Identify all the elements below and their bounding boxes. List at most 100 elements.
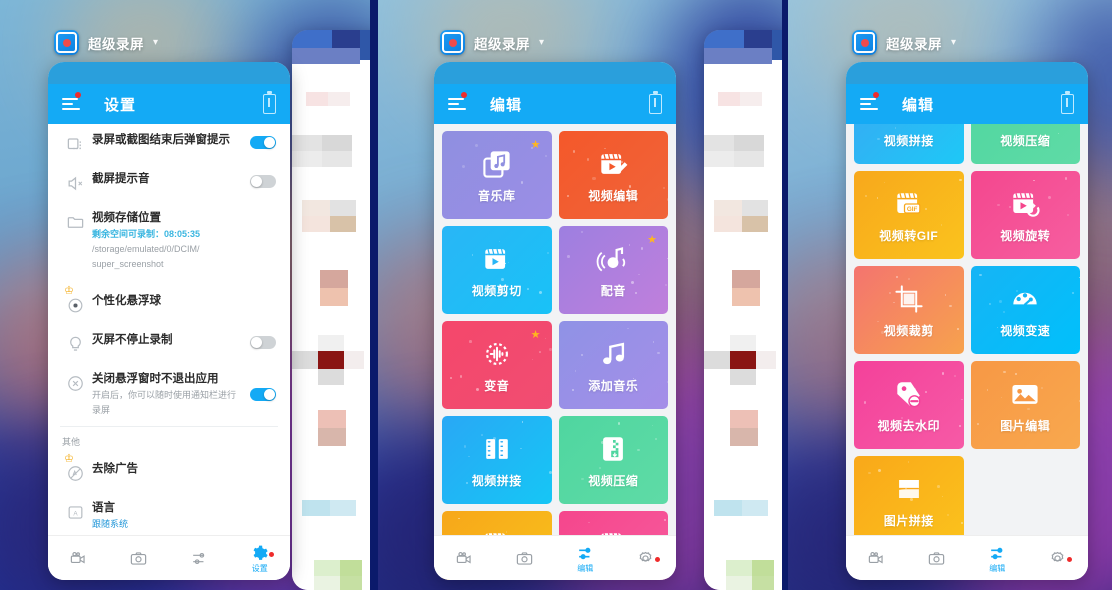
sparkle-decoration [539, 291, 543, 295]
sparkle-decoration [1072, 292, 1074, 294]
setting-row-popup-tip[interactable]: 录屏或截图结束后弹窗提示 [48, 124, 290, 163]
sparkle-decoration [1040, 143, 1043, 146]
setting-desc-line2: 录屏 [92, 405, 111, 415]
sparkle-decoration [628, 244, 631, 246]
mosaic-content-2 [704, 30, 782, 590]
sparkle-decoration [469, 340, 472, 343]
tool-tile-label: 视频压缩 [588, 474, 639, 488]
nav-item-screenshot[interactable] [495, 549, 556, 568]
setting-label: 去除广告 [92, 463, 138, 475]
sparkle-decoration [468, 455, 470, 458]
setting-row-language[interactable]: A 语言 跟随系统 [48, 492, 290, 540]
sparkle-decoration [663, 518, 667, 522]
tool-tile-music-library[interactable]: 音乐库 ★ [442, 131, 552, 219]
sparkle-decoration [491, 157, 493, 159]
toggle-keep-alive[interactable] [250, 388, 276, 401]
sparkle-decoration [1078, 399, 1080, 403]
nav-item-settings[interactable]: 设置 [230, 544, 291, 573]
chevron-down-icon[interactable]: ▾ [951, 37, 956, 48]
nav-item-edit[interactable]: 编辑 [555, 544, 616, 573]
tool-tile-video-cut[interactable]: 视频剪切 [442, 226, 552, 314]
tool-tile-dubbing[interactable]: 配音 ★ [558, 226, 668, 314]
setting-row-screen-off-record[interactable]: 灭屏不停止录制 [48, 324, 290, 363]
app-header-2: 超级录屏 ▾ [440, 30, 544, 55]
menu-badge-dot [461, 92, 467, 98]
tool-tile-label: 视频剪切 [471, 284, 522, 298]
sparkle-decoration [592, 176, 596, 180]
nav-item-edit[interactable]: 编辑 [967, 544, 1028, 573]
sparkle-decoration [481, 434, 483, 436]
sparkle-decoration [925, 207, 928, 211]
sparkle-decoration [863, 401, 867, 405]
hamburger-menu-icon[interactable] [62, 92, 81, 113]
sparkle-decoration [449, 377, 452, 380]
setting-row-remove-ads[interactable]: ♔ 去除广告 [48, 450, 290, 492]
neighbor-phone-preview-1 [292, 30, 370, 590]
tool-tile-video-edit[interactable]: 视频编辑 [558, 131, 668, 219]
battery-icon [649, 91, 662, 114]
sparkle-decoration [519, 447, 522, 450]
toggle-screen-off-record[interactable] [250, 336, 276, 349]
setting-label: 录屏或截图结束后弹窗提示 [92, 134, 230, 146]
setting-row-floating-ball[interactable]: ♔ 个性化悬浮球 [48, 280, 290, 324]
sparkle-decoration [666, 197, 668, 201]
sparkle-decoration [878, 469, 882, 473]
toggle-popup-tip[interactable] [250, 136, 276, 149]
app-bar-3: 编辑 [846, 84, 1088, 124]
tool-tile-video-merge[interactable]: 视频拼接 [442, 416, 552, 504]
tool-tile-video-compress[interactable]: 视频压缩 [970, 124, 1080, 164]
record-app-icon[interactable] [54, 30, 79, 55]
storage-path-line1: /storage/emulated/0/DCIM/ [92, 244, 200, 254]
nav-item-screenshot[interactable] [109, 549, 170, 568]
sparkle-decoration [944, 294, 947, 296]
sparkle-decoration [604, 147, 606, 150]
nav-label-edit: 编辑 [577, 563, 594, 573]
tool-tile-image-merge[interactable]: 图片拼接 [854, 456, 964, 544]
sparkle-decoration [520, 181, 524, 184]
bottom-nav-2: 编辑 [434, 535, 676, 580]
sparkle-decoration [1027, 407, 1030, 410]
premium-crown-icon: ♔ [64, 453, 74, 465]
app-name-label: 超级录屏 [886, 36, 942, 52]
hamburger-menu-icon[interactable] [448, 92, 467, 113]
nav-item-settings[interactable] [1028, 549, 1089, 568]
language-value: 跟随系统 [92, 519, 129, 529]
nav-item-edit[interactable] [169, 549, 230, 568]
sparkle-decoration [1064, 177, 1068, 180]
tool-tile-label: 视频编辑 [588, 189, 639, 203]
chevron-down-icon[interactable]: ▾ [539, 37, 544, 48]
nav-item-screenshot[interactable] [907, 549, 968, 568]
setting-row-shutter-sound[interactable]: 截屏提示音 [48, 163, 290, 202]
tool-tile-voice-change[interactable]: 变音 ★ [442, 321, 552, 409]
premium-star-icon: ★ [530, 329, 541, 341]
sparkle-decoration [549, 348, 552, 351]
nav-item-record[interactable] [434, 549, 495, 568]
record-app-icon[interactable] [852, 30, 877, 55]
page-title: 编辑 [902, 96, 935, 114]
chevron-down-icon[interactable]: ▾ [153, 37, 158, 48]
tool-tile-label: 视频裁剪 [883, 324, 934, 338]
sparkle-decoration [620, 160, 623, 163]
tool-tile-video-merge[interactable]: 视频拼接 [854, 124, 964, 164]
tool-tile-remove-watermark[interactable]: 视频去水印 [854, 361, 964, 449]
tool-tile-video-compress[interactable]: 视频压缩 [558, 416, 668, 504]
setting-row-storage-path[interactable]: 视频存储位置 剩余空间可录制：08:05:35 /storage/emulate… [48, 202, 290, 280]
toggle-shutter-sound[interactable] [250, 175, 276, 188]
setting-row-keep-alive[interactable]: 关闭悬浮窗时不退出应用 开启后，你可以随时使用通知栏进行 录屏 [48, 363, 290, 426]
tool-tile-label: 变音 [484, 379, 510, 393]
tool-tile-video-crop[interactable]: 视频裁剪 [854, 266, 964, 354]
nav-item-settings[interactable] [616, 549, 677, 568]
nav-item-record[interactable] [846, 549, 907, 568]
record-app-icon[interactable] [440, 30, 465, 55]
tool-tile-label: 图片拼接 [883, 514, 934, 528]
hamburger-menu-icon[interactable] [860, 92, 879, 113]
setting-label: 个性化悬浮球 [92, 295, 161, 307]
nav-item-record[interactable] [48, 549, 109, 568]
tool-tile-video-to-gif[interactable]: GIF视频转GIF [854, 171, 964, 259]
tool-tile-video-rotate[interactable]: 视频旋转 [970, 171, 1080, 259]
tool-tile-video-speed[interactable]: 视频变速 [970, 266, 1080, 354]
tool-tile-label: 视频转GIF [879, 229, 939, 243]
tool-tile-image-edit[interactable]: 图片编辑 [970, 361, 1080, 449]
tool-tile-add-music[interactable]: 添加音乐 [558, 321, 668, 409]
sparkle-decoration [895, 275, 899, 279]
